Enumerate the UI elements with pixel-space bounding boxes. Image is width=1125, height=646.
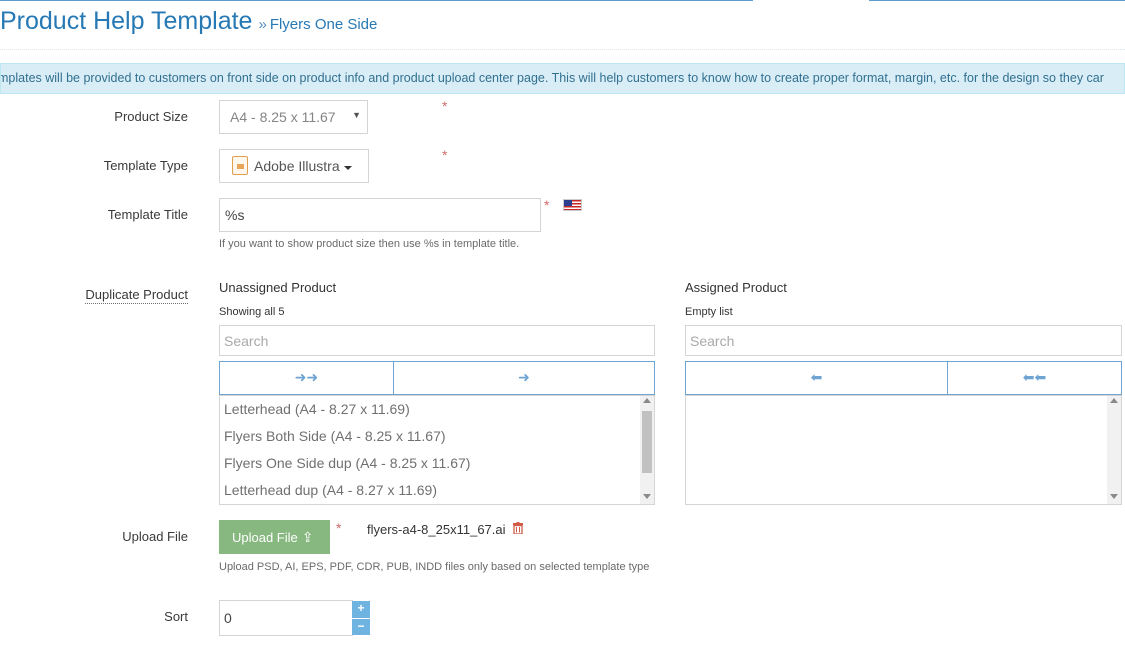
list-item[interactable]: Letterhead (A4 - 8.27 x 11.69) — [220, 396, 654, 423]
page-subtitle: Flyers One Side — [269, 16, 378, 33]
duplicate-product-label-text: Duplicate Product — [85, 287, 188, 304]
remove-all-button[interactable]: ⬅⬅ — [947, 361, 1122, 395]
upload-file-help: Upload PSD, AI, EPS, PDF, CDR, PUB, INDD… — [219, 561, 650, 573]
scroll-down-arrow-icon[interactable] — [1110, 494, 1118, 499]
template-title-label: Template Title — [107, 207, 188, 222]
dropdown-caret-icon — [343, 165, 352, 170]
scroll-up-arrow-icon[interactable] — [643, 398, 651, 403]
required-mark: * — [336, 520, 342, 536]
assigned-title: Assigned Product — [685, 280, 787, 295]
template-title-help: If you want to show product size then us… — [219, 238, 520, 250]
breadcrumb-separator: » — [258, 16, 267, 33]
unassigned-title: Unassigned Product — [219, 280, 337, 295]
required-mark: * — [544, 197, 550, 213]
product-size-label: Product Size — [114, 109, 188, 124]
trash-icon-svg — [513, 522, 523, 535]
template-type-dropdown[interactable]: Adobe Illustra — [219, 149, 369, 183]
page-title: Product Help Template » Flyers One Side — [0, 7, 377, 36]
upload-file-label: Upload File — [122, 529, 188, 544]
top-border-right — [869, 0, 1125, 1]
template-type-value: Adobe Illustra — [254, 158, 340, 175]
assigned-listbox[interactable] — [685, 395, 1122, 505]
sort-label: Sort — [164, 609, 188, 624]
scroll-up-arrow-icon[interactable] — [1110, 398, 1118, 403]
upload-file-button-label: Upload File — [232, 530, 298, 545]
info-alert: mplates will be provided to customers on… — [0, 63, 1125, 94]
assigned-scrollbar[interactable] — [1107, 396, 1121, 504]
required-mark: * — [442, 147, 448, 163]
sort-spinner[interactable]: + − — [352, 601, 370, 635]
us-flag-icon[interactable] — [563, 199, 582, 211]
trash-icon[interactable] — [513, 522, 523, 537]
remove-selected-button[interactable]: ⬅ — [685, 361, 948, 395]
page-title-main: Product Help Template — [0, 7, 253, 35]
unassigned-search-input[interactable]: Search — [219, 325, 655, 356]
duplicate-product-label: Duplicate Product — [0, 287, 188, 304]
assigned-search-input[interactable]: Search — [685, 325, 1122, 356]
spinner-increment-button[interactable]: + — [352, 601, 370, 618]
info-alert-text: mplates will be provided to customers on… — [0, 71, 1104, 85]
product-size-select[interactable]: A4 - 8.25 x 11.67 ▼ — [219, 100, 368, 134]
title-divider — [0, 49, 1125, 50]
unassigned-scrollbar[interactable] — [640, 396, 654, 504]
move-all-button[interactable]: ➜➜ — [219, 361, 394, 395]
assigned-info: Empty list — [685, 306, 733, 318]
uploaded-file-name: flyers-a4-8_25x11_67.ai — [367, 522, 506, 537]
upload-file-button[interactable]: Upload File ⇪ — [219, 520, 330, 554]
unassigned-listbox[interactable]: Letterhead (A4 - 8.27 x 11.69) Flyers Bo… — [219, 395, 655, 505]
sort-input[interactable]: 0 — [219, 600, 353, 636]
required-mark: * — [442, 98, 448, 114]
scrollbar-thumb[interactable] — [642, 411, 652, 473]
top-border-left — [0, 0, 753, 1]
spinner-decrement-button[interactable]: − — [352, 618, 370, 635]
product-size-value: A4 - 8.25 x 11.67 — [230, 109, 336, 125]
template-title-input[interactable]: %s — [219, 198, 541, 232]
scroll-down-arrow-icon[interactable] — [643, 494, 651, 499]
document-icon — [232, 156, 248, 175]
move-selected-button[interactable]: ➜ — [393, 361, 655, 395]
list-item[interactable]: Flyers Both Side (A4 - 8.25 x 11.67) — [220, 423, 654, 450]
select-caret-icon: ▼ — [352, 110, 361, 120]
template-type-label: Template Type — [103, 158, 188, 173]
upload-icon: ⇪ — [301, 529, 314, 545]
list-item[interactable]: Letterhead dup (A4 - 8.27 x 11.69) — [220, 477, 654, 504]
list-item[interactable]: Flyers One Side dup (A4 - 8.25 x 11.67) — [220, 450, 654, 477]
unassigned-info: Showing all 5 — [219, 306, 285, 318]
